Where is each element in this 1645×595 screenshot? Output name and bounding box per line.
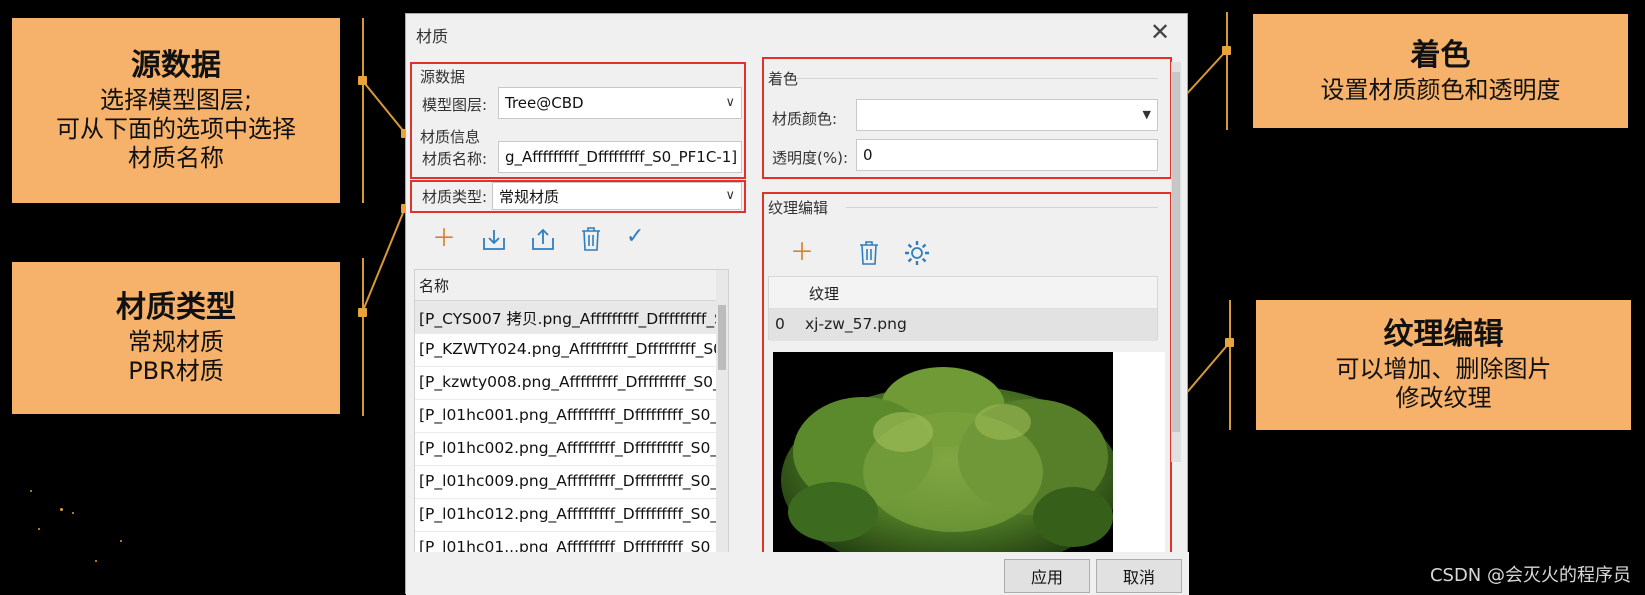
list-item[interactable]: [P_kzwty008.png_Afffffffff_Dfffffffff_S0… <box>415 367 728 400</box>
cancel-button[interactable]: 取消 <box>1096 559 1182 593</box>
connector-line <box>362 258 364 416</box>
highlight-source-data <box>410 62 746 179</box>
list-scrollbar[interactable] <box>716 270 728 558</box>
list-item[interactable]: [P_l01hc012.png_Afffffffff_Dfffffffff_S0… <box>415 499 728 532</box>
highlight-coloring <box>762 57 1172 179</box>
dialog-title: 材质 <box>416 27 449 46</box>
delete-icon[interactable] <box>580 226 602 252</box>
connector-dot <box>358 308 367 317</box>
material-dialog: 材质 ✕ 源数据 模型图层: Tree@CBD ∨ 材质信息 材质名称: g_A… <box>405 13 1189 595</box>
connector-dot <box>1225 338 1234 347</box>
callout-coloring: 着色 设置材质颜色和透明度 <box>1253 14 1628 128</box>
highlight-texture-edit <box>762 192 1172 566</box>
connector-line <box>1226 12 1228 130</box>
callout-line: 材质名称 <box>128 143 224 172</box>
callout-source-data: 源数据 选择模型图层; 可从下面的选项中选择 材质名称 <box>12 18 340 203</box>
callout-texture-edit: 纹理编辑 可以增加、删除图片 修改纹理 <box>1256 300 1631 430</box>
callout-title: 纹理编辑 <box>1383 317 1504 353</box>
connector-line <box>1229 300 1231 430</box>
callout-line: 设置材质颜色和透明度 <box>1320 75 1561 104</box>
material-list: 名称 [P_CYS007 拷贝.png_Afffffffff_Dffffffff… <box>414 269 729 559</box>
callout-line: 修改纹理 <box>1395 384 1492 412</box>
scrollbar-thumb[interactable] <box>718 305 726 370</box>
add-icon[interactable]: ＋ <box>432 226 456 250</box>
callout-material-type: 材质类型 常规材质 PBR材质 <box>12 262 340 414</box>
connector-dot <box>1222 46 1231 55</box>
list-item[interactable]: [P_l01hc002.png_Afffffffff_Dfffffffff_S0… <box>415 433 728 466</box>
watermark: CSDN @会灭火的程序员 <box>1429 565 1631 586</box>
callout-line: PBR材质 <box>128 357 224 385</box>
callout-title: 源数据 <box>131 48 221 84</box>
list-item[interactable]: [P_l01hc001.png_Afffffffff_Dfffffffff_S0… <box>415 400 728 433</box>
list-item[interactable]: [P_KZWTY024.png_Afffffffff_Dfffffffff_S0… <box>415 334 728 367</box>
connector-dot <box>358 76 367 85</box>
export-icon[interactable] <box>530 226 556 252</box>
scrollbar-thumb[interactable] <box>1172 72 1180 432</box>
list-item[interactable]: [P_l01hc009.png_Afffffffff_Dfffffffff_S0… <box>415 466 728 499</box>
apply-button[interactable]: 应用 <box>1004 559 1090 593</box>
callout-line: 可从下面的选项中选择 <box>56 115 296 144</box>
callout-line: 选择模型图层; <box>99 86 253 115</box>
check-icon[interactable]: ✓ <box>626 226 644 248</box>
right-scrollbar[interactable] <box>1171 62 1181 462</box>
import-icon[interactable] <box>481 228 507 252</box>
list-header-name: 名称 <box>415 270 728 301</box>
callout-line: 可以增加、删除图片 <box>1335 355 1552 384</box>
connector-line <box>362 18 364 203</box>
list-item[interactable]: [P_CYS007 拷贝.png_Afffffffff_Dfffffffff_S… <box>415 301 728 334</box>
callout-title: 着色 <box>1410 37 1471 73</box>
highlight-material-type <box>410 180 746 213</box>
callout-line: 常规材质 <box>128 328 224 357</box>
callout-title: 材质类型 <box>116 290 236 326</box>
close-icon[interactable]: ✕ <box>1150 20 1170 44</box>
